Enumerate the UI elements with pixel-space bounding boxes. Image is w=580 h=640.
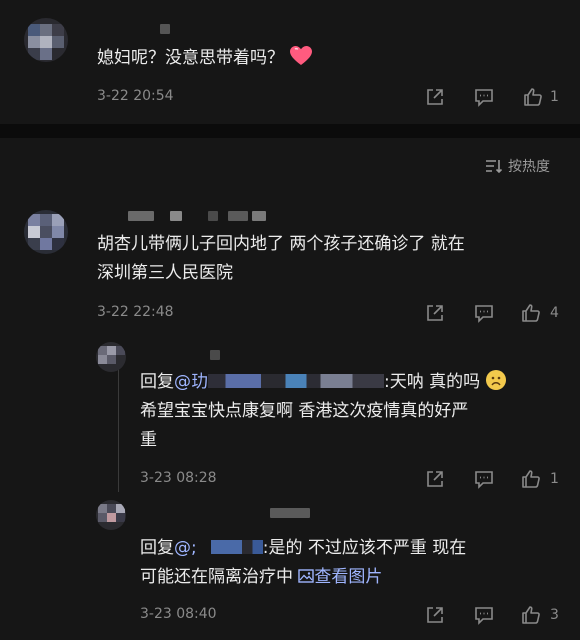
share-button[interactable] [424, 86, 446, 108]
share-icon [427, 607, 443, 623]
like-count: 1 [550, 471, 559, 487]
like-count: 4 [550, 305, 559, 321]
share-button[interactable] [424, 468, 446, 490]
reply-text: 回复@玏 :天呐 真的吗 希望宝宝快点康复啊 香港这次疫情真的好严 重 [140, 368, 506, 455]
reply-button[interactable] [473, 302, 495, 324]
comment-icon [475, 471, 493, 489]
avatar[interactable] [96, 500, 126, 530]
share-button[interactable] [424, 604, 446, 626]
mention-link[interactable]: @; [174, 538, 197, 558]
reply-prefix: 回复 [140, 538, 174, 558]
reply-prefix: 回复 [140, 372, 174, 392]
share-icon [427, 305, 443, 321]
reply-text: 回复@; :是的 不过应该不严重 现在 可能还在隔离治疗中 查看图片 [140, 534, 466, 592]
like-button[interactable]: 3 [520, 604, 559, 626]
share-button[interactable] [424, 302, 446, 324]
username-redacted[interactable] [160, 24, 170, 34]
reply-button[interactable] [473, 468, 495, 490]
reply-line-2-text: 可能还在隔离治疗中 [140, 567, 293, 587]
reply-line-2: 希望宝宝快点康复啊 香港这次疫情真的好严 [140, 401, 469, 421]
comment-time: 3-22 20:54 [97, 88, 174, 104]
image-icon [298, 569, 315, 583]
comment-icon [475, 89, 493, 107]
username-redacted[interactable] [210, 350, 220, 360]
thumbs-up-icon [524, 88, 542, 106]
username-redacted [170, 211, 182, 221]
like-count: 3 [550, 607, 559, 623]
comment-icon [475, 607, 493, 625]
reply-line-1: 回复@玏 :天呐 真的吗 [140, 368, 506, 397]
reply-line-2: 可能还在隔离治疗中 查看图片 [140, 563, 466, 592]
username-redacted[interactable] [128, 211, 154, 221]
avatar[interactable] [96, 342, 126, 372]
comment-icon [475, 305, 493, 323]
comment-text: 胡杏儿带俩儿子回内地了 两个孩子还确诊了 就在 深圳第三人民医院 [97, 230, 465, 288]
thumbs-up-icon [522, 304, 540, 322]
comment-text: 媳妇呢？没意思带着吗？ [97, 44, 313, 77]
avatar[interactable] [24, 210, 68, 254]
username-redacted [228, 211, 248, 221]
username-redacted [208, 211, 218, 221]
like-button[interactable]: 4 [520, 302, 559, 324]
comment-body-line-2: 深圳第三人民医院 [97, 263, 233, 283]
section-divider [0, 124, 580, 138]
like-button[interactable]: 1 [522, 86, 559, 108]
reply-time: 3-23 08:40 [140, 606, 217, 622]
comment-time: 3-22 22:48 [97, 304, 174, 320]
sort-button[interactable]: 按热度 [484, 156, 550, 176]
worried-emoji-icon [485, 370, 506, 390]
share-icon [427, 89, 443, 105]
reply-line-1-tail: :是的 不过应该不严重 现在 [262, 538, 467, 558]
view-image-link[interactable]: 查看图片 [298, 567, 382, 587]
comment-body-line-1: 胡杏儿带俩儿子回内地了 两个孩子还确诊了 就在 [97, 234, 465, 254]
reply-button[interactable] [473, 86, 495, 108]
mention-link[interactable]: @玏 [174, 372, 208, 392]
sort-label: 按热度 [508, 159, 550, 175]
share-icon [427, 471, 443, 487]
username-redacted [252, 211, 266, 221]
comment-body: 媳妇呢？没意思带着吗？ [97, 48, 284, 68]
username-redacted[interactable] [270, 508, 310, 518]
view-image-label: 查看图片 [314, 567, 383, 587]
heart-emoji-icon [289, 45, 313, 77]
reply-button[interactable] [473, 604, 495, 626]
redacted-name [210, 540, 263, 554]
reply-line-1-tail: :天呐 真的吗 [384, 372, 481, 392]
reply-time: 3-23 08:28 [140, 470, 217, 486]
redacted-name [208, 374, 384, 388]
thumbs-up-icon [522, 470, 540, 488]
thumbs-up-icon [522, 606, 540, 624]
reply-thread-line [118, 352, 119, 492]
sort-icon [486, 160, 503, 174]
reply-line-3: 重 [140, 430, 157, 450]
like-count: 1 [550, 89, 559, 105]
avatar[interactable] [24, 18, 68, 62]
like-button[interactable]: 1 [520, 468, 559, 490]
reply-line-1: 回复@; :是的 不过应该不严重 现在 [140, 534, 466, 563]
